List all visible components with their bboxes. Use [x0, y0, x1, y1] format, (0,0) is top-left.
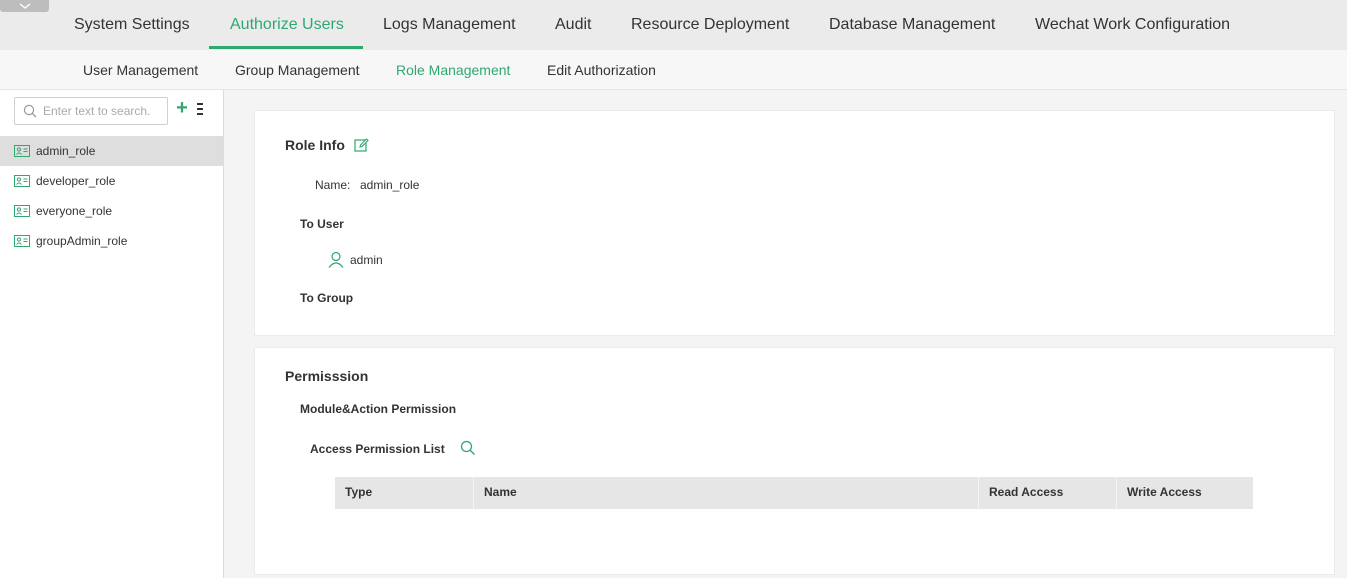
- role-card-icon: [14, 145, 30, 157]
- topnav-resource-deployment[interactable]: Resource Deployment: [631, 0, 789, 50]
- to-group-label: To Group: [300, 291, 354, 305]
- subnav-user-management[interactable]: User Management: [83, 50, 198, 90]
- topnav-system-settings[interactable]: System Settings: [74, 0, 190, 50]
- search-icon[interactable]: [460, 440, 476, 461]
- topnav-audit[interactable]: Audit: [555, 0, 591, 50]
- role-item-developer-role[interactable]: developer_role: [0, 166, 223, 196]
- add-role-button[interactable]: +: [174, 98, 190, 118]
- search-icon: [23, 104, 37, 118]
- topnav-database-management[interactable]: Database Management: [829, 0, 995, 50]
- edit-icon[interactable]: [354, 138, 369, 158]
- topnav-logs-management[interactable]: Logs Management: [383, 0, 516, 50]
- sub-nav: User Management Group Management Role Ma…: [0, 50, 1347, 90]
- topnav-wechat-work-configuration[interactable]: Wechat Work Configuration: [1035, 0, 1230, 50]
- more-menu-icon[interactable]: [196, 102, 208, 118]
- role-item-groupadmin-role[interactable]: groupAdmin_role: [0, 226, 223, 256]
- role-item-label: groupAdmin_role: [36, 234, 128, 248]
- role-item-label: developer_role: [36, 174, 116, 188]
- subnav-edit-authorization[interactable]: Edit Authorization: [547, 50, 656, 90]
- role-sidebar: + admin_role developer_role: [0, 90, 224, 578]
- user-name: admin: [350, 253, 383, 267]
- topnav-authorize-users[interactable]: Authorize Users: [230, 0, 344, 50]
- role-item-everyone-role[interactable]: everyone_role: [0, 196, 223, 226]
- role-info-title: Role Info: [285, 137, 345, 153]
- column-header-name: Name: [474, 477, 979, 509]
- permission-table-header: Type Name Read Access Write Access: [335, 477, 1253, 509]
- to-user-label: To User: [300, 217, 344, 231]
- role-info-card: Role Info Name: admin_role To User admin…: [254, 110, 1335, 336]
- permission-card: Permisssion Module&Action Permission Acc…: [254, 347, 1335, 575]
- column-header-read-access: Read Access: [979, 477, 1117, 509]
- collapse-toggle[interactable]: [0, 0, 49, 12]
- user-icon: [328, 251, 344, 268]
- chevron-down-icon: [19, 2, 30, 9]
- role-card-icon: [14, 235, 30, 247]
- role-search-input[interactable]: [43, 101, 163, 121]
- role-card-icon: [14, 205, 30, 217]
- column-header-type: Type: [335, 477, 474, 509]
- role-item-label: admin_role: [36, 144, 96, 158]
- role-search-box[interactable]: [14, 97, 168, 125]
- subnav-role-management[interactable]: Role Management: [396, 50, 510, 90]
- role-card-icon: [14, 175, 30, 187]
- column-header-write-access: Write Access: [1127, 485, 1202, 499]
- access-permission-list-label: Access Permission List: [310, 442, 445, 456]
- role-item-admin-role[interactable]: admin_role: [0, 136, 223, 166]
- role-name-value: admin_role: [360, 178, 420, 192]
- module-action-permission-label: Module&Action Permission: [300, 402, 457, 416]
- permission-title: Permisssion: [285, 368, 369, 384]
- active-tab-indicator: [209, 46, 363, 49]
- top-nav: System Settings Authorize Users Logs Man…: [0, 0, 1347, 50]
- name-label: Name:: [315, 178, 351, 192]
- role-item-label: everyone_role: [36, 204, 113, 218]
- subnav-group-management[interactable]: Group Management: [235, 50, 360, 90]
